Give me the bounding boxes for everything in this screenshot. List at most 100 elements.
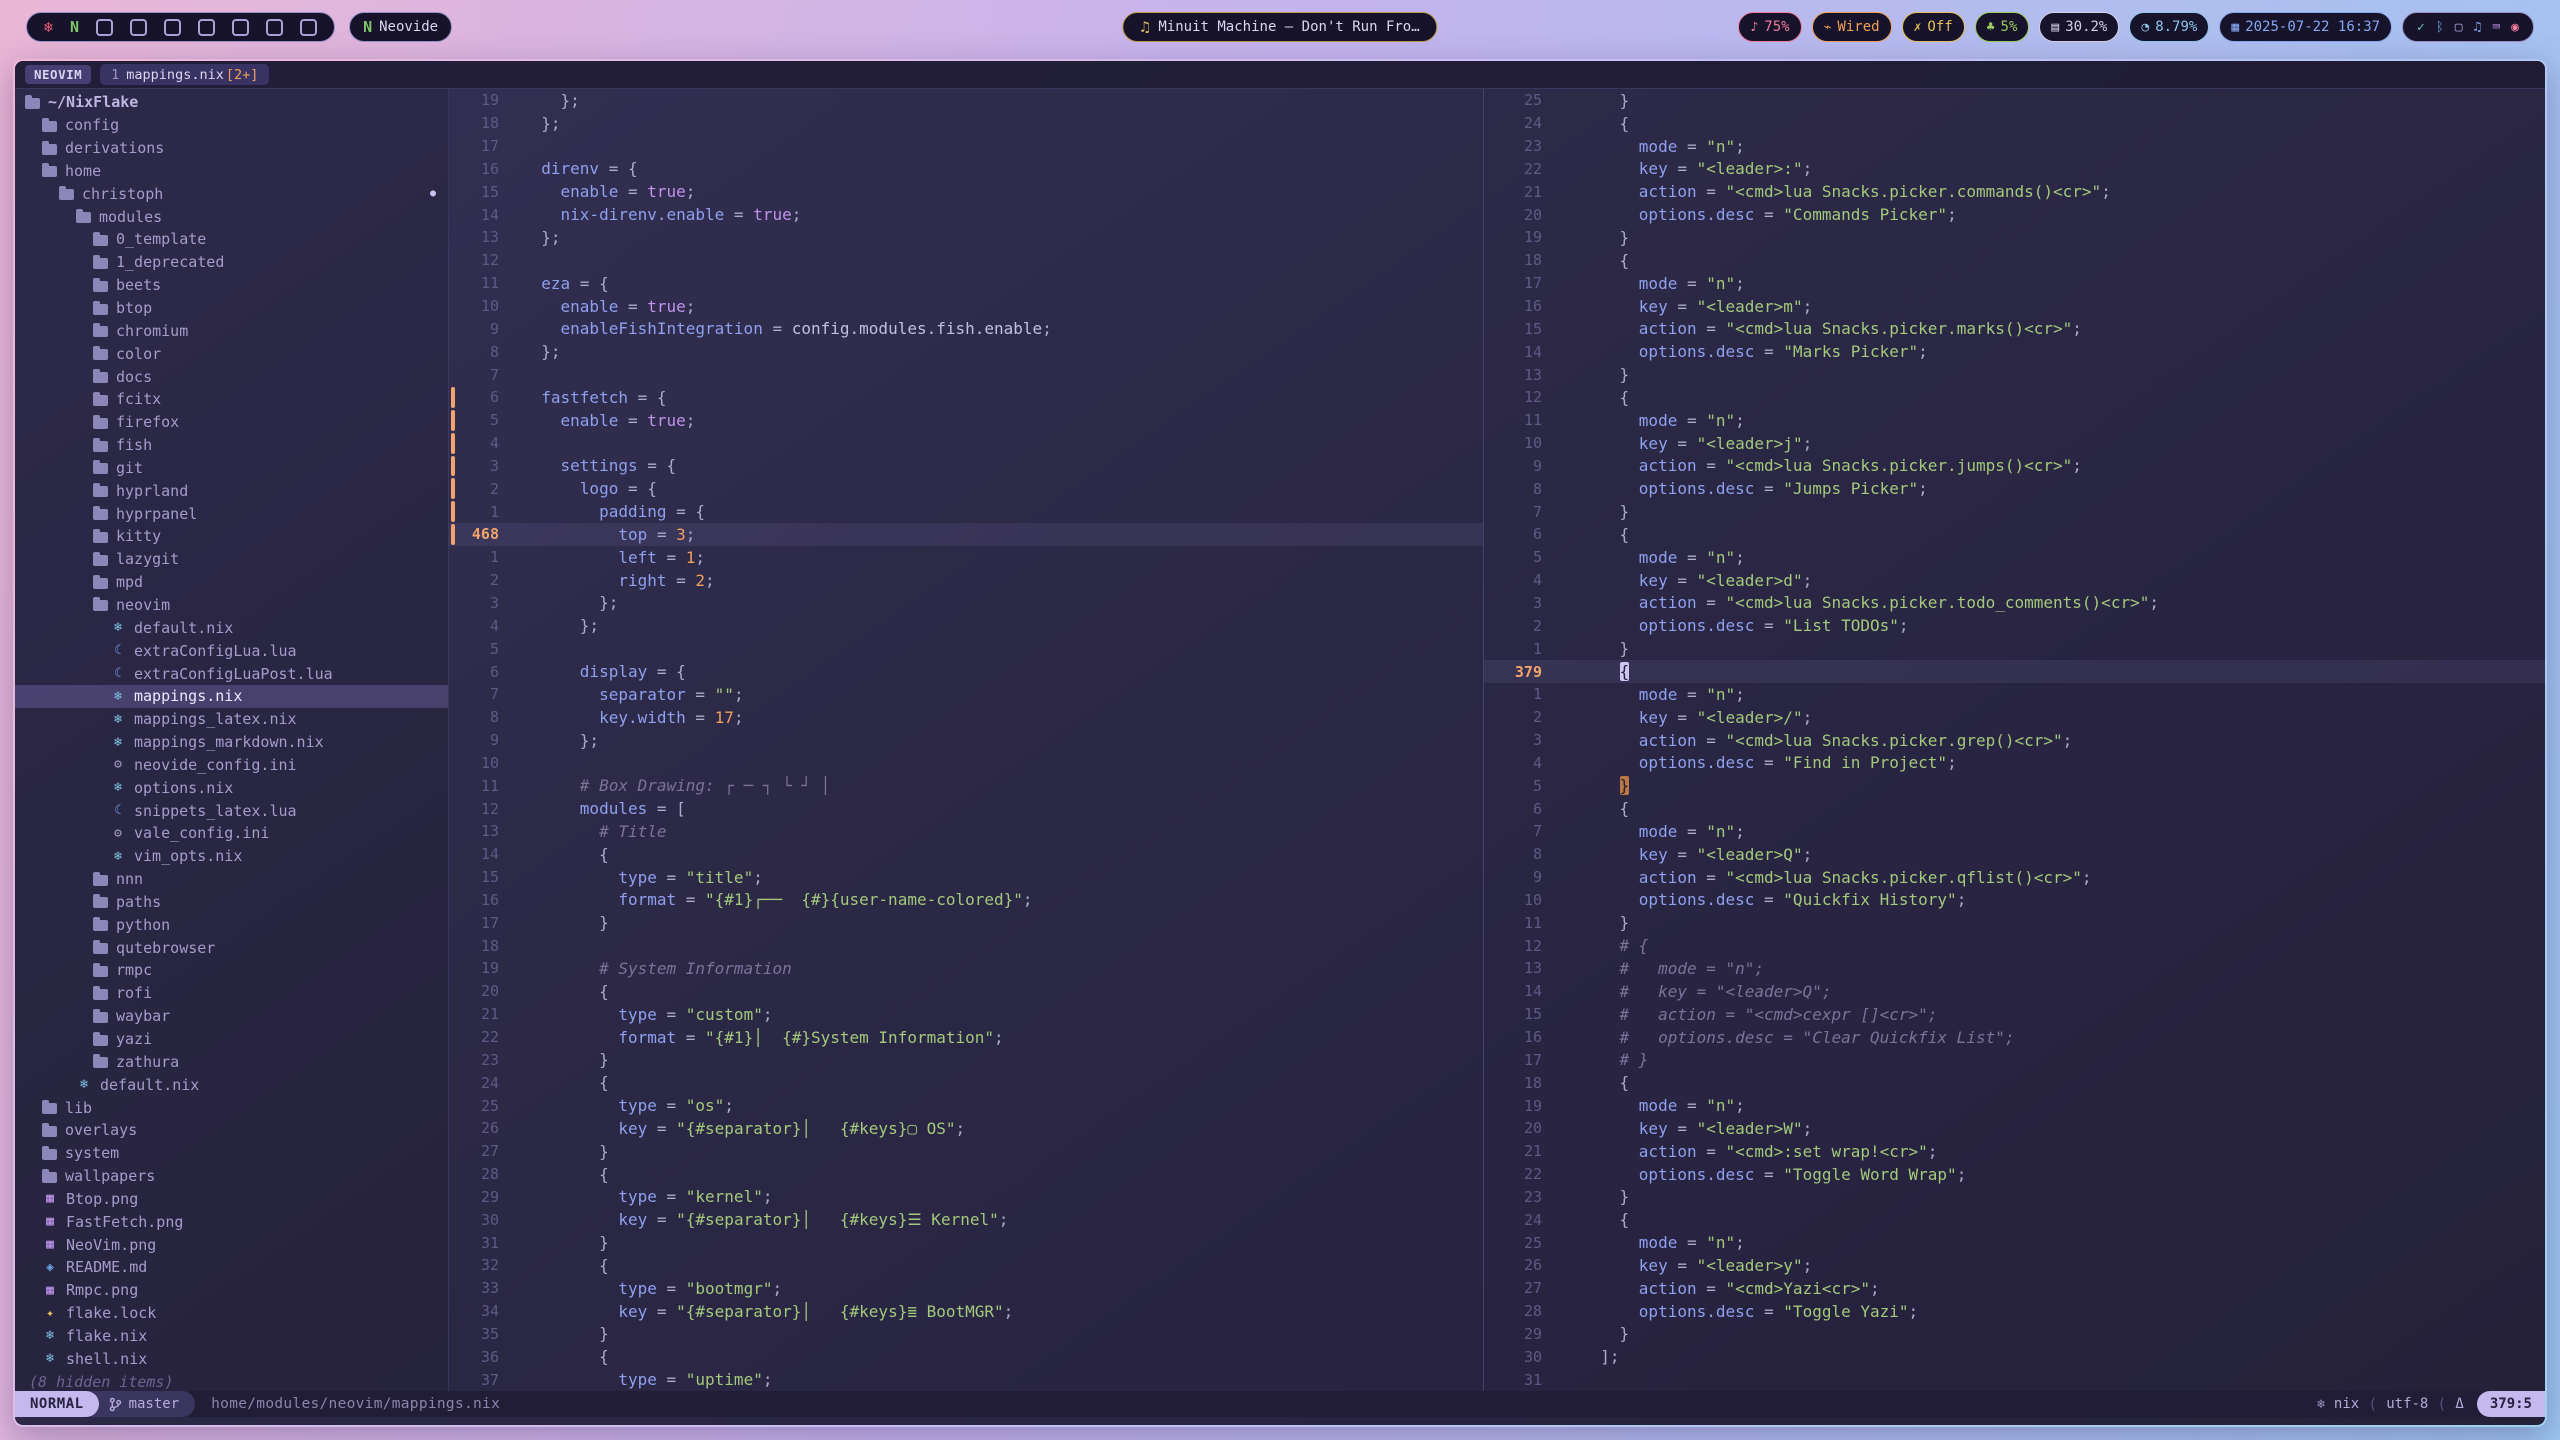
code-line[interactable]: 3 settings = { (449, 455, 1483, 478)
code-line[interactable]: 468 top = 3; (449, 523, 1483, 546)
tree-item-lib[interactable]: lib (15, 1096, 448, 1119)
code-line[interactable]: 22 format = "{#1}│ {#}System Information… (449, 1026, 1483, 1049)
module-cpu[interactable]: ◔8.79% (2129, 12, 2209, 42)
workspace-1[interactable] (96, 19, 113, 36)
code-line[interactable]: 19 }; (449, 89, 1483, 112)
tree-item-zathura[interactable]: zathura (15, 1050, 448, 1073)
nix-logo-icon[interactable]: ❄ (44, 20, 53, 35)
code-line[interactable]: 16 key = "<leader>m"; (1484, 295, 2545, 318)
code-line[interactable]: 6 fastfetch = { (449, 386, 1483, 409)
tree-item-vim_opts.nix[interactable]: ❄vim_opts.nix (15, 845, 448, 868)
code-line[interactable]: 8 }; (449, 340, 1483, 363)
tree-item-extraConfigLua.lua[interactable]: ☾extraConfigLua.lua (15, 639, 448, 662)
code-line[interactable]: 21 type = "custom"; (449, 1003, 1483, 1026)
workspace-4[interactable] (198, 19, 215, 36)
workspace-2[interactable] (130, 19, 147, 36)
tree-item-qutebrowser[interactable]: qutebrowser (15, 936, 448, 959)
code-line[interactable]: 14 nix-direnv.enable = true; (449, 203, 1483, 226)
code-line[interactable]: 23 } (449, 1048, 1483, 1071)
code-line[interactable]: 18 }; (449, 112, 1483, 135)
tree-item-extraConfigLuaPost.lua[interactable]: ☾extraConfigLuaPost.lua (15, 662, 448, 685)
code-line[interactable]: 5 (449, 637, 1483, 660)
code-line[interactable]: 23 mode = "n"; (1484, 135, 2545, 158)
workspace-5[interactable] (232, 19, 249, 36)
tree-item-snippets_latex.lua[interactable]: ☾snippets_latex.lua (15, 799, 448, 822)
editor-right[interactable]: 25 }24 {23 mode = "n";22 key = "<leader>… (1484, 89, 2545, 1391)
module-volume[interactable]: ♪75% (1738, 12, 1801, 42)
code-line[interactable]: 12 { (1484, 386, 2545, 409)
code-line[interactable]: 11 } (1484, 911, 2545, 934)
code-line[interactable]: 15 # action = "<cmd>cexpr []<cr>"; (1484, 1003, 2545, 1026)
focused-app-pill[interactable]: N Neovide (349, 12, 452, 42)
tree-item-modules[interactable]: modules (15, 205, 448, 228)
tree-item-wallpapers[interactable]: wallpapers (15, 1165, 448, 1188)
code-line[interactable]: 8 key.width = 17; (449, 706, 1483, 729)
code-line[interactable]: 31 (1484, 1368, 2545, 1391)
code-line[interactable]: 22 options.desc = "Toggle Word Wrap"; (1484, 1163, 2545, 1186)
code-line[interactable]: 7 } (1484, 500, 2545, 523)
code-line[interactable]: 1 padding = { (449, 500, 1483, 523)
code-line[interactable]: 16 # options.desc = "Clear Quickfix List… (1484, 1026, 2545, 1049)
bluetooth-icon[interactable]: ᛒ (2436, 20, 2444, 35)
audio-icon[interactable]: ♫ (2474, 20, 2482, 35)
code-line[interactable]: 33 type = "bootmgr"; (449, 1277, 1483, 1300)
tree-item-default.nix[interactable]: ❄default.nix (15, 1073, 448, 1096)
code-line[interactable]: 14 options.desc = "Marks Picker"; (1484, 340, 2545, 363)
tree-item-flake.nix[interactable]: ❄flake.nix (15, 1325, 448, 1348)
tree-item-neovide_config.ini[interactable]: ⚙neovide_config.ini (15, 753, 448, 776)
code-line[interactable]: 18 { (1484, 249, 2545, 272)
tree-item-Rmpc.png[interactable]: ▦Rmpc.png (15, 1279, 448, 1302)
code-line[interactable]: 3 }; (449, 592, 1483, 615)
code-line[interactable]: 15 type = "title"; (449, 866, 1483, 889)
tree-item-python[interactable]: python (15, 913, 448, 936)
code-line[interactable]: 16 format = "{#1}┌── {#}{user-name-color… (449, 889, 1483, 912)
code-line[interactable]: 2 right = 2; (449, 569, 1483, 592)
code-line[interactable]: 25 type = "os"; (449, 1094, 1483, 1117)
code-line[interactable]: 8 key = "<leader>Q"; (1484, 843, 2545, 866)
code-line[interactable]: 11 mode = "n"; (1484, 409, 2545, 432)
code-line[interactable]: 23 } (1484, 1186, 2545, 1209)
tree-item-overlays[interactable]: overlays (15, 1119, 448, 1142)
code-line[interactable]: 1 left = 1; (449, 546, 1483, 569)
code-line[interactable]: 36 { (449, 1345, 1483, 1368)
tree-item-home[interactable]: home (15, 160, 448, 183)
editor-left[interactable]: 19 };18 };1716 direnv = {15 enable = tru… (449, 89, 1483, 1391)
check-icon[interactable]: ✓ (2417, 20, 2425, 35)
code-line[interactable]: 7 (449, 363, 1483, 386)
tab-mappings-nix[interactable]: 1 mappings.nix [2+] (100, 64, 269, 85)
code-line[interactable]: 6 { (1484, 523, 2545, 546)
tree-item-vale_config.ini[interactable]: ⚙vale_config.ini (15, 822, 448, 845)
code-line[interactable]: 27 action = "<cmd>Yazi<cr>"; (1484, 1277, 2545, 1300)
tree-item-beets[interactable]: beets (15, 274, 448, 297)
tree-item-0_template[interactable]: 0_template (15, 228, 448, 251)
code-line[interactable]: 15 enable = true; (449, 180, 1483, 203)
code-line[interactable]: 25 } (1484, 89, 2545, 112)
tree-item-1_deprecated[interactable]: 1_deprecated (15, 251, 448, 274)
code-line[interactable]: 24 { (1484, 112, 2545, 135)
tree-item-neovim[interactable]: neovim (15, 594, 448, 617)
code-line[interactable]: 13 } (1484, 363, 2545, 386)
tree-item-yazi[interactable]: yazi (15, 1028, 448, 1051)
code-line[interactable]: 8 options.desc = "Jumps Picker"; (1484, 477, 2545, 500)
tree-item-christoph[interactable]: christoph● (15, 182, 448, 205)
module-memory[interactable]: ▤30.2% (2039, 12, 2119, 42)
code-line[interactable]: 12 (449, 249, 1483, 272)
tree-item-fish[interactable]: fish (15, 434, 448, 457)
code-line[interactable]: 16 direnv = { (449, 158, 1483, 181)
code-line[interactable]: 26 key = "<leader>y"; (1484, 1254, 2545, 1277)
tree-item-git[interactable]: git (15, 457, 448, 480)
tree-item-hyprpanel[interactable]: hyprpanel (15, 502, 448, 525)
code-line[interactable]: 24 { (1484, 1208, 2545, 1231)
keyboard-icon[interactable]: ⌨ (2492, 20, 2500, 35)
module-network[interactable]: ⌁Wired (1812, 12, 1892, 42)
code-line[interactable]: 9 enableFishIntegration = config.modules… (449, 317, 1483, 340)
code-line[interactable]: 9 action = "<cmd>lua Snacks.picker.jumps… (1484, 455, 2545, 478)
code-line[interactable]: 6 display = { (449, 660, 1483, 683)
code-line[interactable]: 17 # } (1484, 1048, 2545, 1071)
code-line[interactable]: 13 # Title (449, 820, 1483, 843)
code-line[interactable]: 10 options.desc = "Quickfix History"; (1484, 889, 2545, 912)
tree-item-lazygit[interactable]: lazygit (15, 548, 448, 571)
tree-item-Btop.png[interactable]: ▦Btop.png (15, 1188, 448, 1211)
code-line[interactable]: 20 { (449, 980, 1483, 1003)
code-line[interactable]: 20 key = "<leader>W"; (1484, 1117, 2545, 1140)
